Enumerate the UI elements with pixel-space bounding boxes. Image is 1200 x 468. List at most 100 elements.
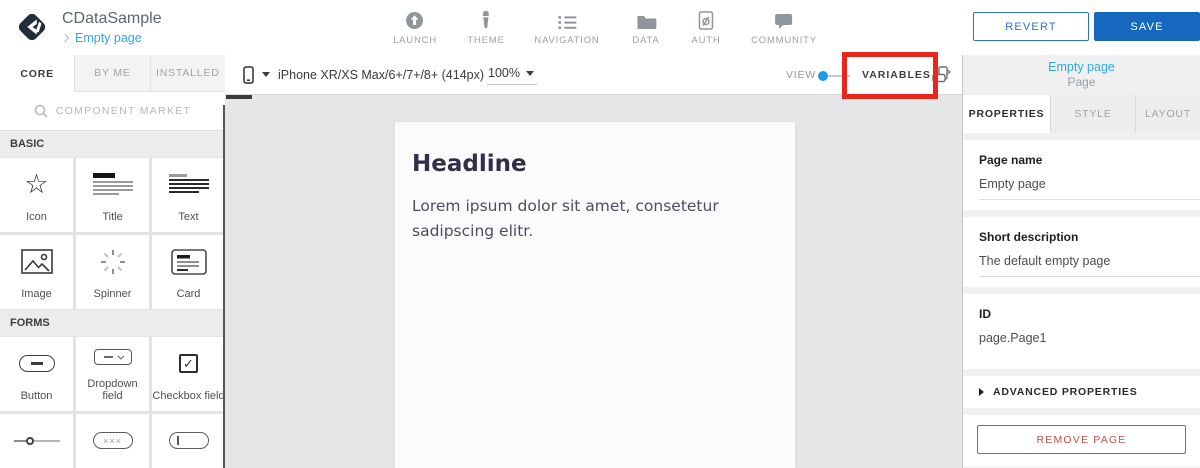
search-placeholder: COMPONENT MARKET: [55, 105, 192, 117]
variables-mode-label[interactable]: VARIABLES: [862, 69, 931, 81]
dropdown-icon: [76, 337, 149, 378]
field-label: Short description: [979, 230, 1079, 244]
community-icon: [751, 11, 817, 30]
spinner-icon: [76, 235, 149, 288]
nav-label: THEME: [467, 35, 505, 46]
component-tile-password-field[interactable]: ××× Password field: [76, 414, 149, 468]
palette-tabs: CORE BY ME INSTALLED: [0, 55, 225, 92]
app-title: CDataSample: [62, 10, 162, 27]
nav-label: COMMUNITY: [751, 35, 817, 46]
device-selector[interactable]: iPhone XR/XS Max/6+/7+/8+ (414px): [243, 55, 484, 94]
field-card-id: ID page.Page1: [963, 294, 1200, 369]
title-icon: [76, 158, 149, 211]
tab-style[interactable]: STYLE: [1051, 95, 1136, 133]
tab-by-me[interactable]: BY ME: [75, 55, 151, 92]
chevron-down-icon: [525, 70, 534, 76]
breadcrumb[interactable]: Empty page: [60, 31, 142, 45]
tile-label: Title: [102, 211, 123, 224]
component-tile-title[interactable]: Title: [76, 158, 149, 232]
toggle-knob: [818, 71, 828, 81]
image-icon: [0, 235, 73, 288]
field-label: Page name: [979, 153, 1043, 167]
tile-label: Text: [178, 211, 199, 224]
remove-page-button[interactable]: REMOVE PAGE: [977, 425, 1186, 454]
search-icon: [34, 104, 48, 118]
component-tile-input-field[interactable]: Input field: [152, 414, 225, 468]
app-logo-icon: [18, 13, 46, 41]
component-tile-button[interactable]: Button: [0, 337, 73, 411]
id-value: page.Page1: [979, 331, 1047, 345]
component-market-search[interactable]: COMPONENT MARKET: [0, 92, 225, 130]
inspector-panel: Empty page Page PROPERTIES STYLE LAYOUT …: [962, 55, 1200, 468]
theme-icon: [467, 10, 504, 30]
short-description-input[interactable]: The default empty page: [979, 254, 1200, 277]
zoom-value: 100%: [488, 66, 520, 80]
zoom-selector[interactable]: 100%: [487, 65, 537, 85]
launch-icon: [393, 11, 437, 30]
data-icon: [632, 11, 659, 30]
remove-page-card: REMOVE PAGE: [963, 415, 1200, 467]
preview-page[interactable]: Headline Lorem ipsum dolor sit amet, con…: [395, 122, 795, 468]
checkbox-icon: ✓: [152, 337, 225, 390]
nav-item-auth[interactable]: AUTH: [691, 11, 720, 46]
card-icon: [152, 235, 225, 288]
tile-label: Card: [176, 288, 201, 301]
design-canvas[interactable]: Headline Lorem ipsum dolor sit amet, con…: [225, 95, 962, 468]
nav-label: AUTH: [691, 35, 721, 46]
caret-right-icon: [979, 388, 984, 396]
page-name-input[interactable]: Empty page: [979, 177, 1200, 200]
slider-icon: [0, 414, 73, 467]
component-tile-image[interactable]: Image: [0, 235, 73, 309]
tab-installed[interactable]: INSTALLED: [150, 55, 225, 92]
save-button[interactable]: SAVE: [1094, 12, 1200, 41]
tab-layout[interactable]: LAYOUT: [1136, 95, 1200, 133]
field-card-short-description: Short description The default empty page: [963, 217, 1200, 287]
tab-core[interactable]: CORE: [0, 55, 76, 92]
component-tile-card[interactable]: Card: [152, 235, 225, 309]
sidebar-scrollbar[interactable]: [223, 105, 225, 468]
component-palette: CORE BY ME INSTALLED COMPONENT MARKET BA…: [0, 55, 225, 468]
component-tile-checkbox-field[interactable]: ✓ Checkbox field: [152, 337, 225, 411]
button-icon: [0, 337, 73, 390]
tab-properties[interactable]: PROPERTIES: [963, 95, 1051, 133]
component-tile-text[interactable]: Text: [152, 158, 225, 232]
input-icon: [152, 414, 225, 467]
nav-item-community[interactable]: COMMUNITY: [751, 11, 817, 46]
view-variables-toggle[interactable]: [818, 71, 852, 81]
section-header-basic: BASIC: [0, 130, 225, 157]
phone-icon: [243, 65, 254, 84]
forms-components-grid: Button Dropdown field ✓ Checkbox field S…: [0, 336, 225, 468]
page-headline[interactable]: Headline: [412, 151, 778, 177]
advanced-properties-label: ADVANCED PROPERTIES: [993, 386, 1138, 398]
selected-element-name[interactable]: Empty page: [963, 60, 1200, 74]
component-tile-slider-field[interactable]: Slider field: [0, 414, 73, 468]
field-label: ID: [979, 307, 991, 321]
component-tile-icon[interactable]: ☆ Icon: [0, 158, 73, 232]
rotate-device-icon[interactable]: [932, 66, 951, 88]
nav-label: DATA: [632, 35, 660, 46]
component-tile-dropdown-field[interactable]: Dropdown field: [76, 337, 149, 411]
advanced-properties-expander[interactable]: ADVANCED PROPERTIES: [963, 376, 1200, 408]
nav-item-theme[interactable]: THEME: [467, 10, 505, 46]
breadcrumb-label: Empty page: [75, 31, 142, 45]
canvas-toolbar: iPhone XR/XS Max/6+/7+/8+ (414px) 100% V…: [225, 55, 962, 95]
text-icon: [152, 158, 225, 211]
section-header-forms: FORMS: [0, 309, 225, 336]
page-body-text[interactable]: Lorem ipsum dolor sit amet, consetetur s…: [412, 194, 765, 244]
nav-item-navigation[interactable]: NAVIGATION: [534, 11, 599, 46]
nav-item-data[interactable]: DATA: [632, 11, 659, 46]
inspector-tabs: PROPERTIES STYLE LAYOUT: [963, 95, 1200, 133]
nav-item-launch[interactable]: LAUNCH: [393, 11, 437, 46]
field-card-page-name: Page name Empty page: [963, 140, 1200, 210]
tile-label: Icon: [26, 211, 47, 224]
navigation-icon: [534, 11, 599, 30]
nav-label: LAUNCH: [393, 35, 437, 46]
tile-label: Dropdown field: [87, 377, 138, 403]
chevron-down-icon: [262, 72, 270, 77]
view-mode-label[interactable]: VIEW: [786, 69, 816, 81]
revert-button[interactable]: REVERT: [973, 12, 1089, 41]
chevron-right-icon: [60, 33, 70, 43]
nav-label: NAVIGATION: [534, 35, 600, 46]
tile-label: Spinner: [93, 288, 132, 301]
component-tile-spinner[interactable]: Spinner: [76, 235, 149, 309]
